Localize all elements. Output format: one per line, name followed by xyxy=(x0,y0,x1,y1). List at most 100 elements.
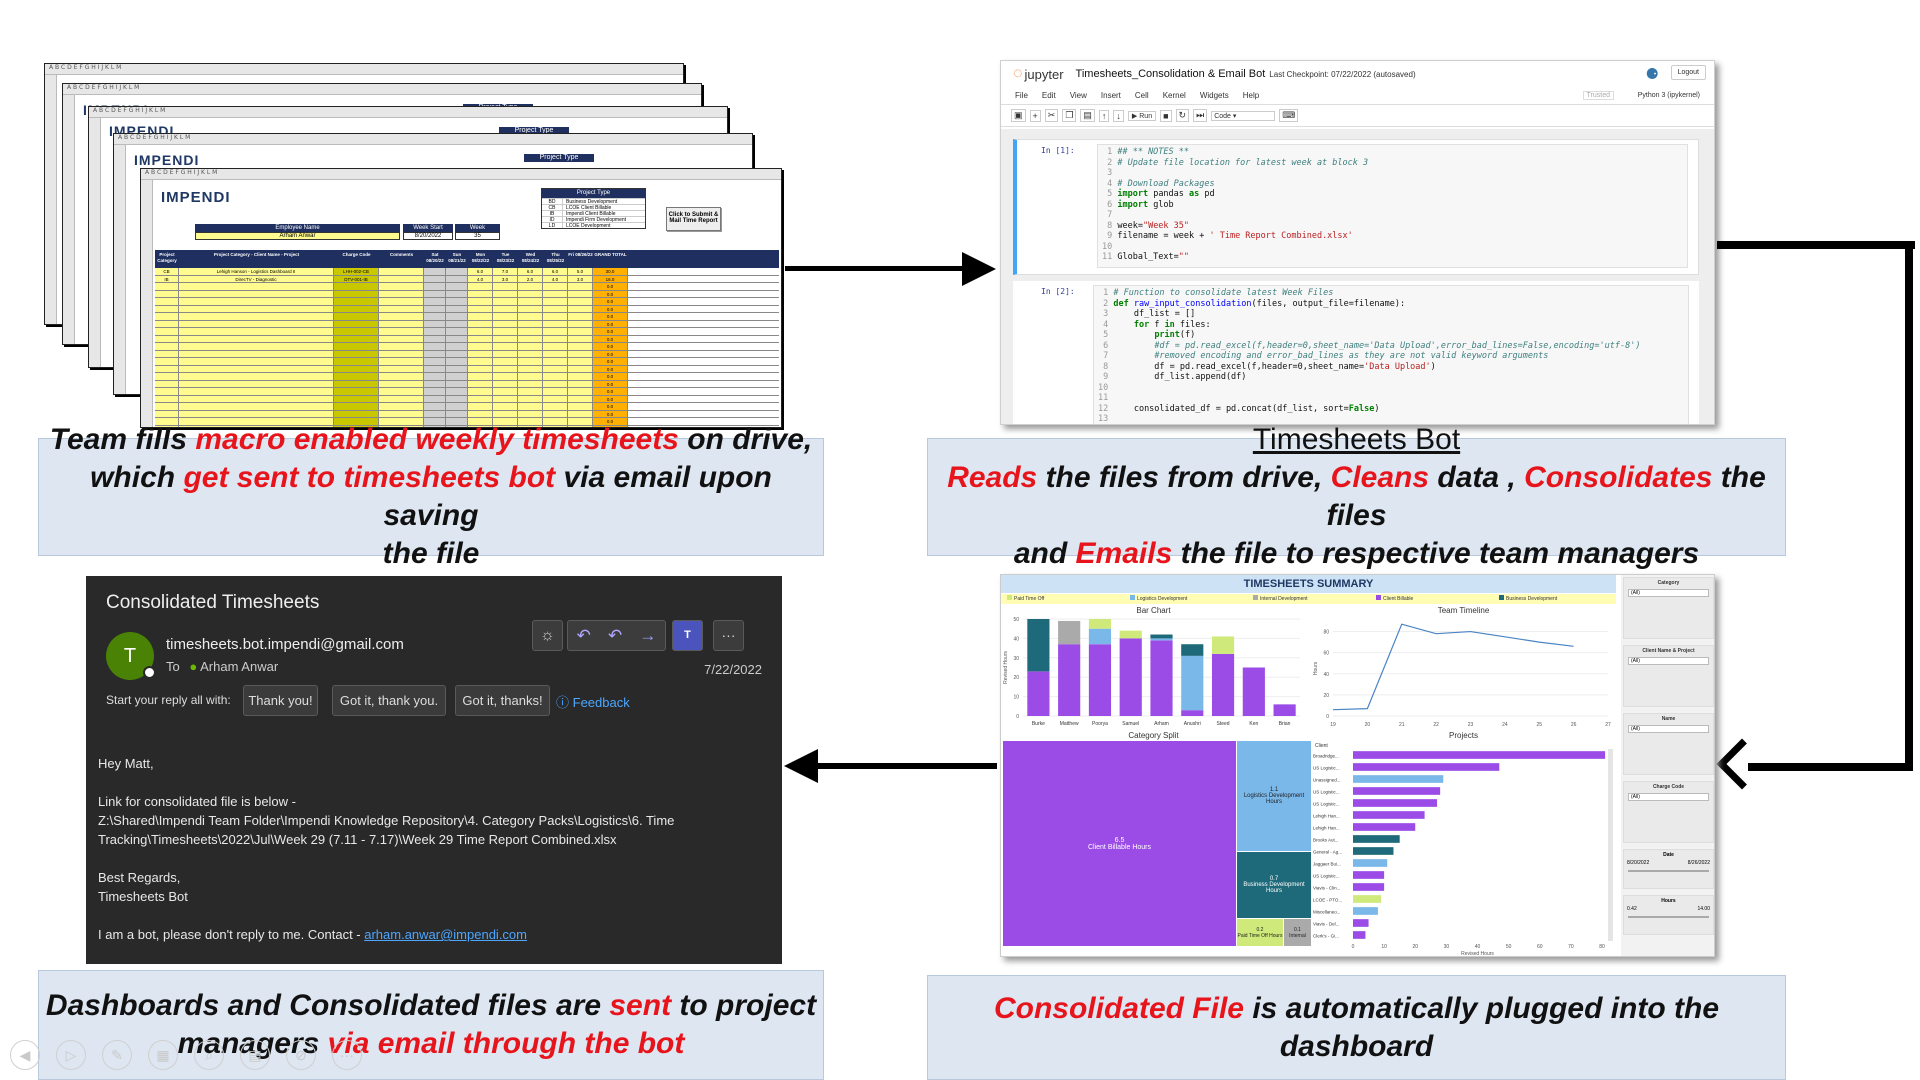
table-cell[interactable] xyxy=(518,320,543,327)
table-cell[interactable] xyxy=(518,283,543,290)
menu-item-view[interactable]: View xyxy=(1070,91,1087,100)
table-cell[interactable]: 30.0 xyxy=(593,268,628,275)
table-cell[interactable] xyxy=(334,373,379,380)
logout-button[interactable]: Logout xyxy=(1670,65,1706,80)
table-cell[interactable] xyxy=(334,380,379,387)
run-button[interactable]: ▶ Run xyxy=(1127,110,1157,121)
table-cell[interactable] xyxy=(568,365,593,372)
table-cell[interactable] xyxy=(543,373,568,380)
table-cell[interactable] xyxy=(334,305,379,312)
table-cell[interactable] xyxy=(334,395,379,402)
table-cell[interactable] xyxy=(334,290,379,297)
table-cell[interactable]: Lehigh Hanson - Logistics Dashboard II xyxy=(179,268,334,275)
move-down-icon[interactable]: ↓ xyxy=(1113,109,1124,122)
table-cell[interactable] xyxy=(179,373,334,380)
table-cell[interactable] xyxy=(424,335,446,342)
table-cell[interactable]: 0.0 xyxy=(593,373,628,380)
fast-forward-icon[interactable]: ⏭ xyxy=(1193,109,1208,122)
table-cell[interactable] xyxy=(568,320,593,327)
table-cell[interactable] xyxy=(518,373,543,380)
contact-email-link[interactable]: arham.anwar@impendi.com xyxy=(364,927,527,942)
table-cell[interactable]: 0.0 xyxy=(593,410,628,417)
table-cell[interactable] xyxy=(155,290,179,297)
table-cell[interactable] xyxy=(446,380,468,387)
table-cell[interactable]: 2.0 xyxy=(518,275,543,282)
table-cell[interactable] xyxy=(468,328,493,335)
table-cell[interactable] xyxy=(468,343,493,350)
table-cell[interactable]: IB xyxy=(155,275,179,282)
menu-item-kernel[interactable]: Kernel xyxy=(1163,91,1186,100)
table-cell[interactable] xyxy=(518,328,543,335)
table-cell[interactable] xyxy=(543,350,568,357)
treemap-internal[interactable]: 0.1 Internal xyxy=(1284,919,1311,946)
table-cell[interactable] xyxy=(518,298,543,305)
table-cell[interactable] xyxy=(493,388,518,395)
table-cell[interactable] xyxy=(543,320,568,327)
table-cell[interactable] xyxy=(334,335,379,342)
quick-reply-got-it-thanks[interactable]: Got it, thanks! xyxy=(455,685,550,716)
table-cell[interactable] xyxy=(493,403,518,410)
table-cell[interactable] xyxy=(424,380,446,387)
table-cell[interactable] xyxy=(543,298,568,305)
table-cell[interactable] xyxy=(155,410,179,417)
quick-reply-thank-you[interactable]: Thank you! xyxy=(243,685,318,716)
table-cell[interactable] xyxy=(334,313,379,320)
table-cell[interactable] xyxy=(424,410,446,417)
table-cell[interactable] xyxy=(379,358,424,365)
table-cell[interactable]: CB xyxy=(155,268,179,275)
table-cell[interactable]: 3.0 xyxy=(568,275,593,282)
table-cell[interactable] xyxy=(179,283,334,290)
filter-dropdown[interactable]: (All) xyxy=(1628,793,1709,801)
table-cell[interactable] xyxy=(543,380,568,387)
table-cell[interactable] xyxy=(155,350,179,357)
table-cell[interactable] xyxy=(179,410,334,417)
table-cell[interactable] xyxy=(468,298,493,305)
table-cell[interactable] xyxy=(446,395,468,402)
table-cell[interactable] xyxy=(179,395,334,402)
table-cell[interactable] xyxy=(334,320,379,327)
table-cell[interactable]: 6.0 xyxy=(543,268,568,275)
table-cell[interactable] xyxy=(446,298,468,305)
more-icon[interactable]: ··· xyxy=(332,1040,362,1070)
table-cell[interactable] xyxy=(424,365,446,372)
table-cell[interactable]: 0.0 xyxy=(593,328,628,335)
table-cell[interactable] xyxy=(468,283,493,290)
table-cell[interactable]: 6.0 xyxy=(518,268,543,275)
table-cell[interactable] xyxy=(568,298,593,305)
table-cell[interactable]: 0.0 xyxy=(593,335,628,342)
copy-icon[interactable]: ❐ xyxy=(1062,109,1077,122)
stop-icon[interactable]: ■ xyxy=(1160,109,1172,122)
table-cell[interactable] xyxy=(468,350,493,357)
table-cell[interactable] xyxy=(155,365,179,372)
table-cell[interactable] xyxy=(379,320,424,327)
table-cell[interactable] xyxy=(379,298,424,305)
table-cell[interactable] xyxy=(379,380,424,387)
table-cell[interactable] xyxy=(518,313,543,320)
table-cell[interactable] xyxy=(543,283,568,290)
table-cell[interactable] xyxy=(568,410,593,417)
table-cell[interactable] xyxy=(179,350,334,357)
table-cell[interactable] xyxy=(543,388,568,395)
week-field[interactable]: 35 xyxy=(455,232,500,240)
menu-item-file[interactable]: File xyxy=(1015,91,1028,100)
table-cell[interactable] xyxy=(468,373,493,380)
table-cell[interactable] xyxy=(379,343,424,350)
table-cell[interactable] xyxy=(468,358,493,365)
table-cell[interactable] xyxy=(179,320,334,327)
table-cell[interactable] xyxy=(179,365,334,372)
table-cell[interactable] xyxy=(493,350,518,357)
sun-icon[interactable]: ☼ xyxy=(532,620,563,651)
table-cell[interactable] xyxy=(155,373,179,380)
table-cell[interactable] xyxy=(493,373,518,380)
cell-2-editor[interactable]: 1 # Function to consolidate latest Week … xyxy=(1093,285,1689,424)
table-cell[interactable] xyxy=(446,275,468,282)
table-cell[interactable] xyxy=(379,275,424,282)
treemap-business-dev[interactable]: 0.7 Business Development Hours xyxy=(1237,852,1311,918)
table-cell[interactable] xyxy=(446,343,468,350)
table-cell[interactable] xyxy=(179,380,334,387)
table-cell[interactable] xyxy=(468,320,493,327)
table-cell[interactable]: 0.0 xyxy=(593,358,628,365)
table-cell[interactable] xyxy=(424,395,446,402)
table-cell[interactable] xyxy=(424,403,446,410)
table-cell[interactable] xyxy=(446,410,468,417)
